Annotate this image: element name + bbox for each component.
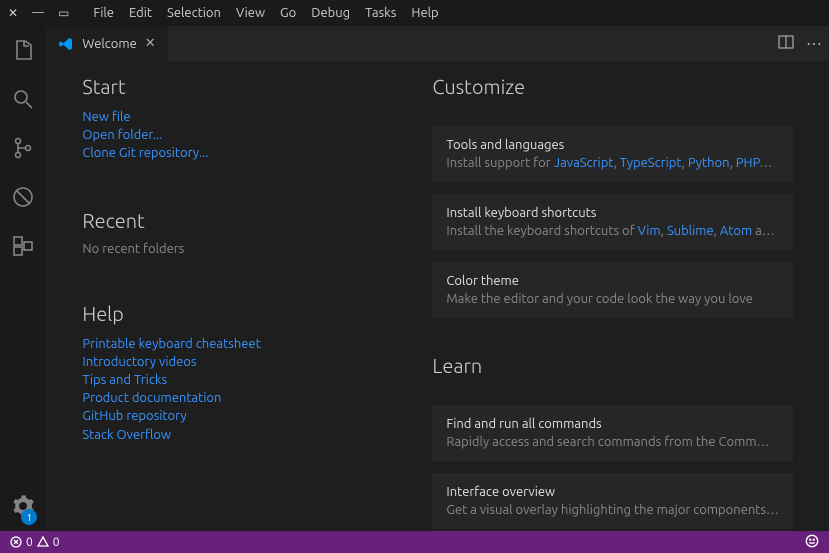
- error-icon: [10, 536, 22, 548]
- heading-start: Start: [82, 75, 432, 98]
- card-keyboard-shortcuts[interactable]: Install keyboard shortcuts Install the k…: [432, 194, 793, 250]
- activity-badge: 1: [21, 509, 37, 525]
- window-close-icon[interactable]: ✕: [8, 6, 18, 20]
- feedback-icon[interactable]: [805, 534, 819, 551]
- card-desc: Install support for JavaScript, TypeScri…: [446, 156, 779, 170]
- warning-icon: [37, 536, 49, 548]
- extensions-icon[interactable]: [11, 234, 35, 261]
- card-find-commands[interactable]: Find and run all commands Rapidly access…: [432, 405, 793, 461]
- status-problems[interactable]: 0 0: [10, 536, 60, 549]
- section-help: Help Printable keyboard cheatsheet Intro…: [82, 302, 432, 444]
- search-icon[interactable]: [11, 87, 35, 114]
- card-title: Install keyboard shortcuts: [446, 206, 779, 220]
- tab-bar: Welcome ✕ ⋯: [46, 26, 829, 61]
- menu-debug[interactable]: Debug: [311, 6, 350, 20]
- window-menu-icon[interactable]: ▭: [58, 6, 69, 20]
- menu-edit[interactable]: Edit: [129, 6, 152, 20]
- menu-help[interactable]: Help: [411, 6, 438, 20]
- card-title: Color theme: [446, 274, 779, 288]
- heading-customize: Customize: [432, 75, 793, 98]
- link-open-folder[interactable]: Open folder...: [82, 126, 432, 144]
- menu-go[interactable]: Go: [280, 6, 296, 20]
- title-bar: ✕ — ▭ File Edit Selection View Go Debug …: [0, 0, 829, 26]
- vscode-icon: [58, 36, 74, 52]
- more-actions-icon[interactable]: ⋯: [806, 34, 823, 53]
- menu-view[interactable]: View: [236, 6, 265, 20]
- menu-tasks[interactable]: Tasks: [365, 6, 396, 20]
- activity-bar: 1: [0, 26, 46, 531]
- card-desc: Rapidly access and search commands from …: [446, 435, 779, 449]
- card-desc: Make the editor and your code look the w…: [446, 292, 779, 306]
- card-desc: Install the keyboard shortcuts of Vim, S…: [446, 224, 779, 238]
- link-github[interactable]: GitHub repository: [82, 407, 432, 425]
- source-control-icon[interactable]: [11, 136, 35, 163]
- card-interface-overview[interactable]: Interface overview Get a visual overlay …: [432, 473, 793, 529]
- card-color-theme[interactable]: Color theme Make the editor and your cod…: [432, 262, 793, 318]
- link-docs[interactable]: Product documentation: [82, 389, 432, 407]
- link-new-file[interactable]: New file: [82, 108, 432, 126]
- menu-selection[interactable]: Selection: [167, 6, 221, 20]
- split-editor-icon[interactable]: [778, 34, 794, 53]
- close-icon[interactable]: ✕: [145, 36, 156, 51]
- menu-bar: File Edit Selection View Go Debug Tasks …: [93, 6, 438, 20]
- card-title: Find and run all commands: [446, 417, 779, 431]
- card-tools-languages[interactable]: Tools and languages Install support for …: [432, 126, 793, 182]
- link-intro-videos[interactable]: Introductory videos: [82, 353, 432, 371]
- recent-empty-text: No recent folders: [82, 242, 184, 256]
- card-title: Tools and languages: [446, 138, 779, 152]
- explorer-icon[interactable]: [11, 38, 35, 65]
- heading-help: Help: [82, 302, 432, 325]
- window-minimize-icon[interactable]: —: [32, 6, 44, 20]
- tab-welcome[interactable]: Welcome ✕: [46, 26, 167, 61]
- tab-title: Welcome: [82, 37, 136, 51]
- section-recent: Recent No recent folders: [82, 209, 432, 256]
- link-tips-tricks[interactable]: Tips and Tricks: [82, 371, 432, 389]
- link-cheatsheet[interactable]: Printable keyboard cheatsheet: [82, 335, 432, 353]
- heading-recent: Recent: [82, 209, 432, 232]
- link-stackoverflow[interactable]: Stack Overflow: [82, 426, 432, 444]
- section-start: Start New file Open folder... Clone Git …: [82, 75, 432, 163]
- welcome-content: Start New file Open folder... Clone Git …: [46, 61, 829, 531]
- heading-learn: Learn: [432, 354, 793, 377]
- link-clone-git[interactable]: Clone Git repository...: [82, 144, 432, 162]
- card-desc: Get a visual overlay highlighting the ma…: [446, 503, 779, 517]
- menu-file[interactable]: File: [93, 6, 114, 20]
- debug-icon[interactable]: [11, 185, 35, 212]
- warning-count: 0: [53, 536, 60, 549]
- error-count: 0: [26, 536, 33, 549]
- card-title: Interface overview: [446, 485, 779, 499]
- status-bar: 0 0: [0, 531, 829, 553]
